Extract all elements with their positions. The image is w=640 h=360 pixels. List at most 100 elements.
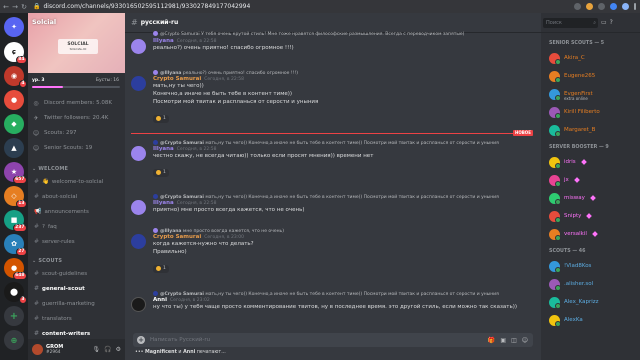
server-icon[interactable]: ◉ 4 — [4, 66, 27, 88]
member-item[interactable]: Akira_C — [549, 51, 637, 65]
user-tag: #2964 — [46, 350, 61, 355]
avatar — [549, 88, 561, 101]
member-item[interactable]: Eugene265 — [549, 69, 637, 83]
avatar — [549, 156, 561, 169]
avatar[interactable] — [131, 39, 146, 54]
reply-preview[interactable]: @Illyana мне просто всегда кажется, что … — [131, 228, 535, 234]
explore-servers-icon[interactable]: ⊕ — [4, 330, 24, 350]
extension-icon[interactable] — [586, 3, 593, 10]
server-icon[interactable]: ▲ — [4, 138, 24, 158]
extension-icon[interactable] — [574, 3, 581, 10]
emoji-picker-icon[interactable]: ☺ — [522, 337, 528, 344]
boost-bar-fill — [32, 86, 63, 88]
category-welcome[interactable]: ⌄ WELCOME — [32, 166, 68, 172]
headphones-icon[interactable]: 🎧 — [104, 346, 111, 353]
member-item[interactable]: Margaret_B — [549, 123, 637, 137]
channel-server-rules[interactable]: # server-rules — [32, 236, 121, 247]
extension-icon[interactable] — [598, 3, 605, 10]
server-icon[interactable]: ✿ 27 — [4, 234, 27, 256]
search-input[interactable]: Поиск ⌕ — [543, 17, 598, 28]
reply-preview[interactable]: @Crypto Samurai мать,ну ты чего)) Конечн… — [131, 140, 535, 146]
message: @Illyana мне просто всегда кажется, что … — [131, 228, 535, 275]
server-icon[interactable]: ⬤ 3 — [4, 282, 27, 304]
reaction[interactable]: 1 — [153, 114, 169, 123]
reply-preview[interactable]: @Illyana реально?) очень приятно! спасиб… — [131, 70, 535, 76]
server-icon[interactable]: ● 648 — [4, 258, 27, 280]
boost-gem-icon — [590, 195, 596, 201]
person-icon: ☺ — [32, 129, 40, 137]
reply-preview[interactable]: @Crypto Samurai У тебя очень крутой стил… — [131, 31, 535, 37]
boost-level: ур. 3 — [32, 78, 45, 83]
avatar[interactable] — [131, 234, 146, 249]
message-text: Правильно) — [153, 249, 187, 255]
channel-general-scout[interactable]: # general-scout — [32, 283, 121, 294]
channel-content-writers[interactable]: # content-writers — [32, 328, 121, 339]
add-attachment-icon[interactable]: + — [137, 336, 145, 344]
message-text: мать,ну ты чего)) — [153, 83, 204, 89]
server-banner-logo: SOLCIAL SOLCIAL.IO — [58, 39, 98, 54]
avatar[interactable] — [131, 146, 146, 161]
browser-menu-icon[interactable] — [634, 3, 636, 10]
back-icon[interactable]: ← — [3, 3, 9, 11]
server-icon[interactable]: ◆ — [4, 114, 24, 134]
home-discord-icon[interactable]: ✦ — [4, 17, 24, 37]
category-scouts[interactable]: ⌄ SCOUTS — [32, 258, 62, 264]
member-name: jx — [564, 177, 569, 183]
stat-twitter-followers: ✈ Twitter followers: 20.4K — [33, 114, 109, 122]
sticker-icon[interactable]: ◫ — [511, 337, 517, 344]
member-item[interactable]: versalkil — [549, 227, 637, 241]
member-name: !Vlad8Kos — [564, 263, 592, 269]
member-item[interactable]: AlexKa — [549, 313, 637, 327]
add-server-icon[interactable]: + — [4, 306, 24, 326]
server-banner[interactable]: Solcial SOLCIAL SOLCIAL.IO — [28, 13, 125, 73]
boost-progress[interactable]: ур. 3 Бусты: 16 — [28, 73, 125, 93]
server-name[interactable]: Solcial — [32, 18, 56, 26]
help-icon[interactable]: ? — [610, 19, 613, 26]
server-icon[interactable]: ● — [4, 90, 24, 110]
reaction[interactable]: 1 — [153, 264, 169, 273]
gift-icon[interactable]: 🎁 — [488, 337, 495, 344]
server-icon[interactable]: ■ 237 — [4, 210, 27, 232]
boost-gem-icon — [592, 231, 598, 237]
avatar — [549, 52, 561, 65]
settings-gear-icon[interactable]: ⚙ — [116, 346, 121, 353]
message-input[interactable]: + Написать Русский-ru 🎁 ▣ ◫ ☺ — [133, 333, 533, 347]
server-icon[interactable]: ★ 657 — [4, 162, 27, 184]
inbox-icon[interactable]: ▭ — [601, 19, 607, 26]
avatar[interactable] — [131, 297, 146, 312]
channel-scout-guidelines[interactable]: # scout-guidelines — [32, 268, 121, 279]
profile-avatar[interactable] — [622, 3, 629, 10]
member-item[interactable]: jx — [549, 173, 637, 187]
avatar[interactable] — [131, 200, 146, 215]
reaction[interactable]: 1 — [153, 168, 169, 177]
forward-icon[interactable]: → — [12, 3, 18, 11]
avatar — [549, 192, 561, 205]
lock-icon: 🔒 — [33, 3, 41, 10]
channel-welcome-to-solcial[interactable]: # 👋 welcome-to-solcial — [32, 176, 121, 187]
gif-icon[interactable]: ▣ — [500, 337, 506, 344]
microphone-icon[interactable]: 🎙 — [93, 346, 101, 353]
server-icon[interactable]: ◇ 13 — [4, 186, 27, 208]
member-name: Snipty — [564, 213, 582, 219]
member-item[interactable]: EvgenFirst extra online — [549, 87, 637, 101]
avatar[interactable] — [32, 344, 43, 355]
channel-faq[interactable]: #? faq — [32, 221, 121, 232]
member-item[interactable]: .alisher.sol — [549, 277, 637, 291]
member-item[interactable]: !Vlad8Kos — [549, 259, 637, 273]
channel-translators[interactable]: # translators — [32, 313, 121, 324]
reload-icon[interactable]: ↻ — [21, 3, 27, 11]
reply-preview[interactable]: @Crypto Samurai мать,ну ты чего)) Конечн… — [131, 291, 535, 297]
member-item[interactable]: idris — [549, 155, 637, 169]
reply-preview[interactable]: @Crypto Samurai мать,ну ты чего)) Конечн… — [131, 194, 535, 200]
channel-guerrilla-marketing[interactable]: # guerrilla-marketing — [32, 298, 121, 309]
member-item[interactable]: Snipty — [549, 209, 637, 223]
avatar[interactable] — [131, 76, 146, 91]
server-icon[interactable]: ɕ 84 — [4, 42, 27, 64]
channel-about-solcial[interactable]: # about-solcial — [32, 191, 121, 202]
member-item[interactable]: Kirill Filiberto — [549, 105, 637, 119]
member-item[interactable]: Alex_Kaprizz — [549, 295, 637, 309]
extension-icon[interactable] — [610, 3, 617, 10]
address-bar[interactable]: discord.com/channels/933016502595112981/… — [43, 3, 343, 10]
member-item[interactable]: misway — [549, 191, 637, 205]
channel-announcements[interactable]: 📢 announcements — [32, 206, 121, 217]
